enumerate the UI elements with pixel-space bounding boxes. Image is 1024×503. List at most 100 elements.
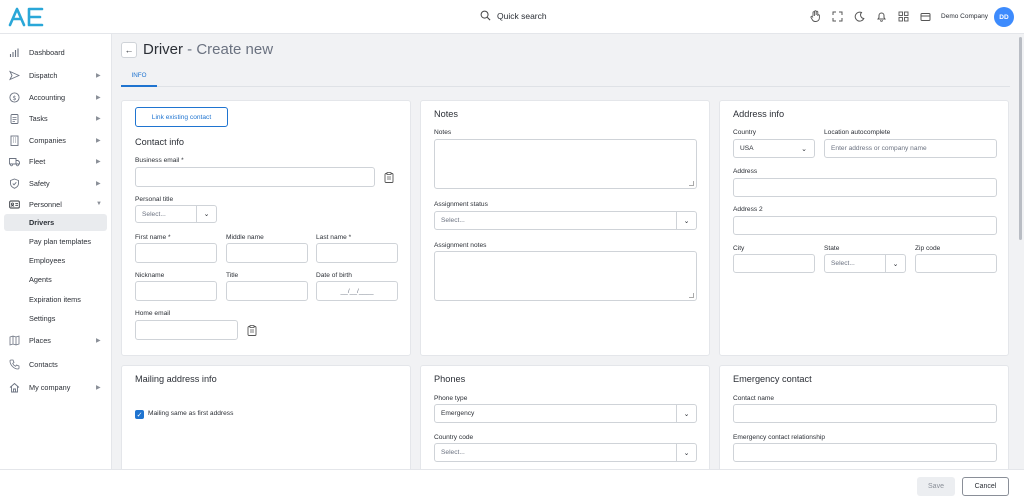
- clipboard-icon: [10, 113, 19, 124]
- clipboard-paste-icon[interactable]: [247, 325, 257, 336]
- country-select[interactable]: USA ⌄: [733, 139, 815, 158]
- location-autocomplete-input[interactable]: Enter address or company name: [824, 139, 997, 158]
- sidebar-subitem-pay-plan-templates[interactable]: Pay plan templates: [4, 233, 107, 250]
- clipboard-paste-icon[interactable]: [384, 172, 394, 183]
- link-existing-contact-button[interactable]: Link existing contact: [135, 107, 228, 127]
- address-info-card: Address info Country USA ⌄ Location auto…: [719, 100, 1009, 356]
- wallet-icon[interactable]: [919, 10, 931, 22]
- sidebar-subitem-drivers[interactable]: Drivers: [4, 214, 107, 231]
- bell-icon[interactable]: [875, 10, 887, 22]
- location-autocomplete-label: Location autocomplete: [824, 129, 891, 136]
- personal-title-select[interactable]: Select... ⌄: [135, 205, 217, 223]
- moon-icon[interactable]: [853, 10, 865, 22]
- mailing-same-checkbox[interactable]: ✓: [135, 410, 144, 419]
- tab-info[interactable]: INFO: [121, 66, 157, 87]
- sidebar-item-tasks[interactable]: Tasks ▶: [0, 109, 112, 127]
- notes-textarea[interactable]: [434, 139, 697, 189]
- hand-icon[interactable]: [809, 10, 821, 22]
- quick-search[interactable]: Quick search: [480, 10, 547, 21]
- relationship-input[interactable]: [733, 443, 997, 462]
- sidebar-item-fleet[interactable]: Fleet ▶: [0, 152, 112, 170]
- scrollbar-thumb[interactable]: [1019, 37, 1022, 240]
- country-code-select[interactable]: Select... ⌄: [434, 443, 697, 462]
- cancel-button[interactable]: Cancel: [962, 477, 1009, 496]
- sidebar-item-places[interactable]: Places ▶: [0, 331, 112, 349]
- chevron-right-icon: ▶: [96, 384, 101, 391]
- chevron-right-icon: ▶: [96, 137, 101, 144]
- address-info-title: Address info: [733, 109, 785, 119]
- country-code-placeholder: Select...: [441, 449, 465, 456]
- last-name-label: Last name *: [316, 234, 352, 241]
- dollar-icon: $: [9, 91, 20, 103]
- phone-icon: [9, 359, 20, 369]
- page-title: Driver - Create new: [143, 41, 273, 58]
- sidebar-item-dashboard[interactable]: Dashboard: [0, 43, 112, 61]
- sidebar-subitem-settings[interactable]: Settings: [4, 310, 107, 327]
- sidebar-item-contacts[interactable]: Contacts: [0, 355, 112, 373]
- save-button[interactable]: Save: [917, 477, 955, 496]
- sidebar-item-label: Fleet: [29, 156, 46, 166]
- assignment-notes-textarea[interactable]: [434, 251, 697, 301]
- sidebar-item-my-company[interactable]: My company ▶: [0, 378, 112, 396]
- back-button[interactable]: ←: [121, 41, 137, 58]
- sidebar-subitem-agents[interactable]: Agents: [4, 271, 107, 288]
- contact-info-card: Link existing contact Contact info Busin…: [121, 100, 411, 356]
- footer-bar: [0, 469, 1024, 503]
- svg-text:$: $: [12, 93, 16, 101]
- tab-bar: INFO: [121, 66, 1010, 87]
- city-label: City: [733, 245, 745, 252]
- sidebar-item-personnel[interactable]: Personnel ▼: [0, 195, 112, 213]
- address-label: Address: [733, 168, 758, 175]
- building-icon: [10, 135, 19, 146]
- nickname-input[interactable]: [135, 281, 217, 301]
- notes-title: Notes: [434, 109, 459, 119]
- sidebar-item-label: Accounting: [29, 92, 66, 102]
- app-logo[interactable]: [8, 6, 46, 28]
- sidebar-item-label: Companies: [29, 135, 66, 145]
- personal-title-label: Personal title: [135, 196, 174, 203]
- address2-input[interactable]: [733, 216, 997, 235]
- state-label: State: [824, 245, 840, 252]
- sidebar-item-dispatch[interactable]: Dispatch ▶: [0, 66, 112, 84]
- map-icon: [9, 334, 20, 346]
- sidebar-item-companies[interactable]: Companies ▶: [0, 131, 112, 149]
- zip-code-input[interactable]: [915, 254, 997, 273]
- avatar[interactable]: DD: [994, 7, 1014, 27]
- top-bar: Quick search Demo Company DD: [0, 0, 1024, 34]
- first-name-label: First name *: [135, 234, 171, 241]
- title-input[interactable]: [226, 281, 308, 301]
- assignment-status-select[interactable]: Select... ⌄: [434, 211, 697, 230]
- chevron-down-icon: ⌄: [676, 405, 696, 422]
- page-title-main: Driver: [143, 41, 183, 58]
- emergency-contact-title: Emergency contact: [733, 374, 812, 384]
- phone-type-select[interactable]: Emergency ⌄: [434, 404, 697, 423]
- scrollbar[interactable]: [1017, 34, 1024, 469]
- contact-name-input[interactable]: [733, 404, 997, 423]
- sidebar-item-label: Contacts: [29, 359, 58, 369]
- phone-type-label: Phone type: [434, 395, 468, 402]
- business-email-input[interactable]: [135, 167, 375, 187]
- chart-icon: [9, 48, 19, 57]
- address-input[interactable]: [733, 178, 997, 197]
- date-of-birth-label: Date of birth: [316, 272, 352, 279]
- fullscreen-icon[interactable]: [831, 10, 843, 22]
- last-name-input[interactable]: [316, 243, 398, 263]
- chevron-right-icon: ▶: [96, 72, 101, 79]
- sidebar-subitem-employees[interactable]: Employees: [4, 252, 107, 269]
- search-icon: [480, 10, 491, 21]
- state-select[interactable]: Select... ⌄: [824, 254, 906, 273]
- home-email-input[interactable]: [135, 320, 238, 340]
- chevron-right-icon: ▶: [96, 94, 101, 101]
- sidebar-item-accounting[interactable]: $ Accounting ▶: [0, 88, 112, 106]
- sidebar-item-safety[interactable]: Safety ▶: [0, 174, 112, 192]
- apps-grid-icon[interactable]: [897, 10, 909, 22]
- middle-name-input[interactable]: [226, 243, 308, 263]
- date-of-birth-input[interactable]: __/__/____: [316, 281, 398, 301]
- truck-icon: [9, 157, 20, 166]
- chevron-right-icon: ▶: [96, 115, 101, 122]
- first-name-input[interactable]: [135, 243, 217, 263]
- checkmark-icon: ✓: [136, 411, 143, 419]
- company-name[interactable]: Demo Company: [941, 13, 988, 20]
- sidebar-subitem-expiration-items[interactable]: Expiration items: [4, 291, 107, 308]
- city-input[interactable]: [733, 254, 815, 273]
